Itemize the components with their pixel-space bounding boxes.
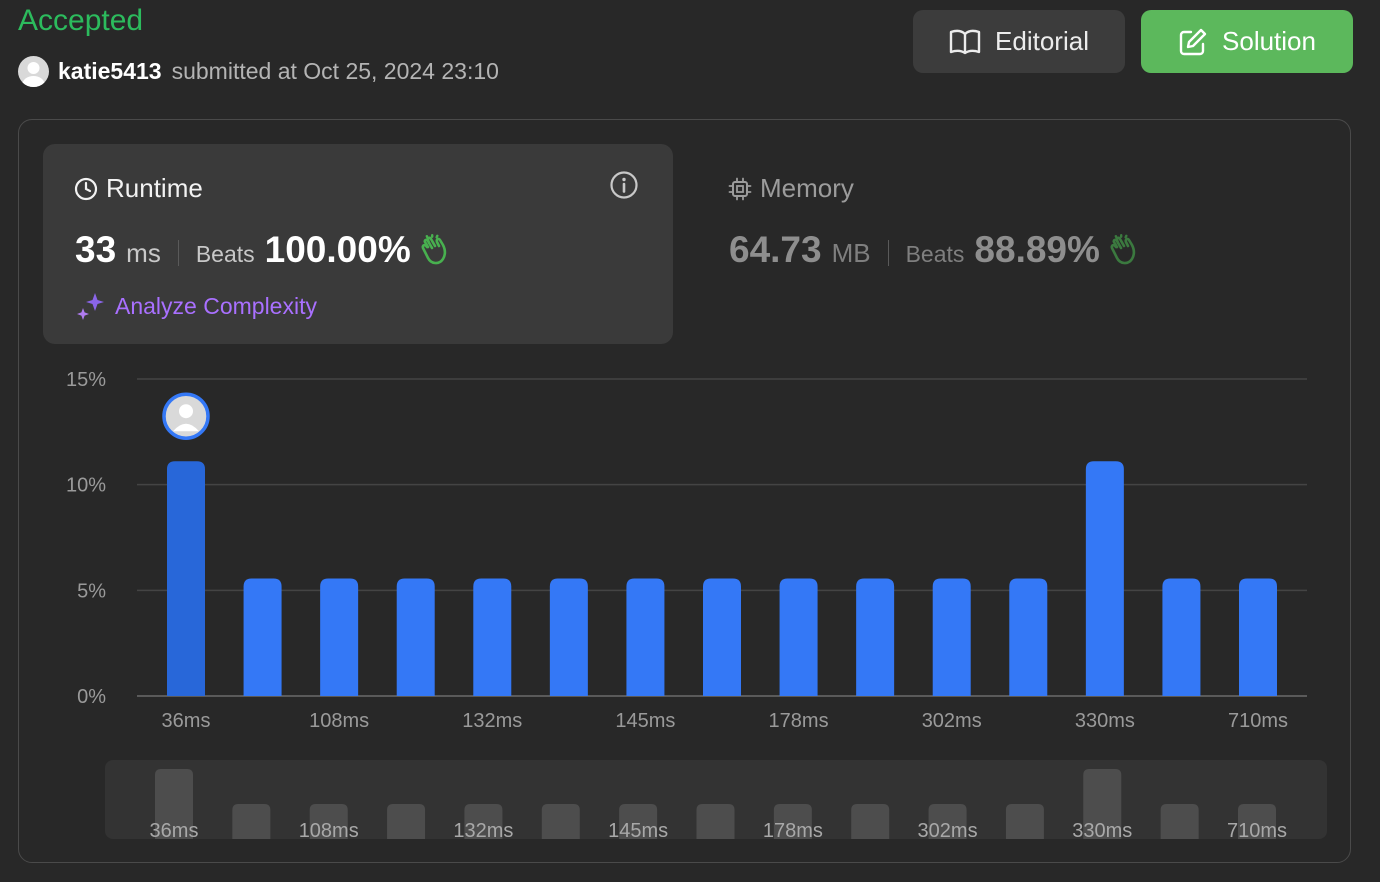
- bar-132ms[interactable]: [473, 578, 512, 696]
- runtime-distribution-chart: 0% 5% 10% 15% 36ms 108ms 132ms 145ms 178ms 302ms 3…: [66, 369, 1327, 842]
- bar-bin-3[interactable]: [396, 578, 435, 696]
- overview-tick-label: 178ms: [763, 820, 823, 842]
- y-tick-label: 10%: [66, 475, 106, 497]
- x-tick-label: 132ms: [462, 710, 522, 732]
- overview-tick-label: 36ms: [150, 820, 199, 842]
- overview-bar-bin-13: [1160, 803, 1199, 839]
- x-tick-label: 178ms: [769, 710, 829, 732]
- bar-108ms[interactable]: [320, 578, 359, 696]
- overview-bar-bin-9: [851, 803, 890, 839]
- overview-tick-label: 132ms: [453, 820, 513, 842]
- x-tick-label: 330ms: [1075, 710, 1135, 732]
- bar-36ms[interactable]: [167, 461, 205, 696]
- x-tick-label: 710ms: [1228, 710, 1288, 732]
- overview-bar-bin-5: [541, 803, 580, 839]
- overview-bar-bin-3: [387, 803, 426, 839]
- overview-tick-label: 330ms: [1072, 820, 1132, 842]
- x-tick-label: 302ms: [922, 710, 982, 732]
- bar-bin-5[interactable]: [549, 578, 588, 696]
- bar-302ms[interactable]: [932, 578, 971, 696]
- y-tick-label: 15%: [66, 369, 106, 391]
- x-tick-label: 108ms: [309, 710, 369, 732]
- overview-tick-label: 108ms: [299, 820, 359, 842]
- bar-145ms[interactable]: [626, 578, 665, 696]
- y-tick-label: 5%: [77, 580, 106, 602]
- y-tick-label: 0%: [77, 686, 106, 708]
- overview-tick-label: 145ms: [608, 820, 668, 842]
- overview-tick-label: 710ms: [1227, 820, 1287, 842]
- bar-710ms[interactable]: [1239, 578, 1277, 696]
- avatar-head: [179, 404, 193, 419]
- overview-bar-bin-1: [232, 803, 271, 839]
- x-tick-label: 36ms: [162, 710, 211, 732]
- bar-bin-9[interactable]: [856, 578, 895, 696]
- overview-tick-label: 302ms: [918, 820, 978, 842]
- bar-bin-13[interactable]: [1162, 578, 1201, 696]
- bar-bin-1[interactable]: [243, 578, 282, 696]
- bar-330ms[interactable]: [1085, 461, 1124, 696]
- bar-bin-11[interactable]: [1009, 578, 1048, 696]
- bar-178ms[interactable]: [779, 578, 818, 696]
- x-tick-label: 145ms: [615, 710, 675, 732]
- overview-bar-bin-11: [1005, 803, 1044, 839]
- overview-bar-bin-7: [696, 803, 735, 839]
- bar-bin-7[interactable]: [703, 578, 741, 696]
